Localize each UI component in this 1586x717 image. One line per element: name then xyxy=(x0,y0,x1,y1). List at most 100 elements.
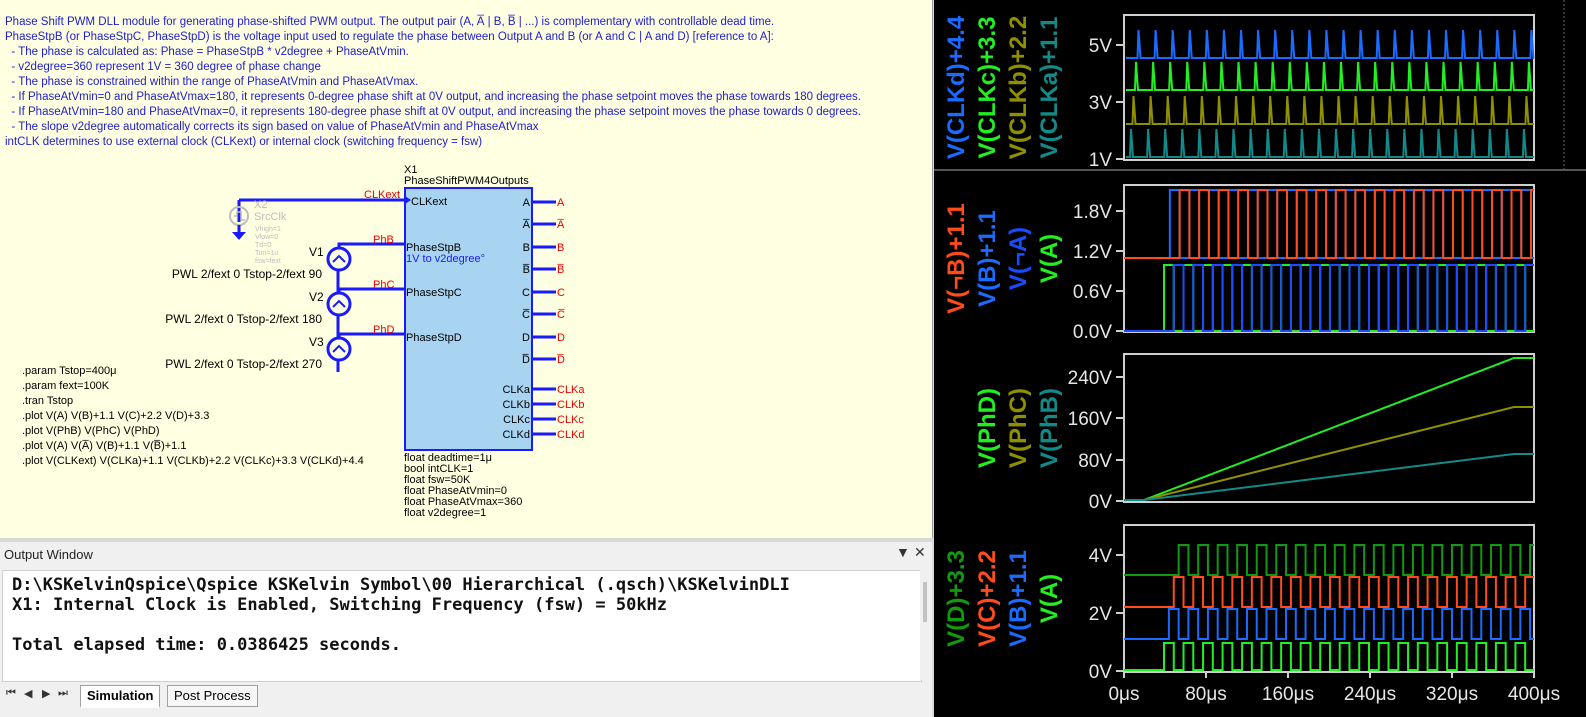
y-tick-label: 0.0V xyxy=(1073,322,1112,343)
waveform-plots: 5V3V1VV(CLKd)+4.4 V(CLKc)+3.3 V(CLKb)+2.2 V… xyxy=(934,0,1586,705)
trace-label[interactable]: V(C)+2.2 xyxy=(974,550,1001,647)
pin-clkc: CLKc xyxy=(503,414,530,426)
directive: .param Tstop=400μ xyxy=(22,365,117,377)
trace-label[interactable]: V(PhC) xyxy=(1005,388,1032,468)
phaseshift-block[interactable]: X1 PhaseShiftPWM4Outputs CLKext PhaseStp… xyxy=(404,164,585,519)
y-tick-label: 2V xyxy=(1089,604,1113,625)
netlabel-phb: PhB xyxy=(373,234,394,246)
x-tick-label: 240μs xyxy=(1344,684,1396,705)
trace-clk xyxy=(1126,95,1534,125)
out-label-clkd: CLKd xyxy=(557,429,585,441)
out-label-d: D xyxy=(557,332,565,344)
trace-label[interactable]: V(¬A) xyxy=(1005,227,1032,290)
pin-a: A xyxy=(523,197,531,209)
trace-label[interactable]: V(CLKc)+3.3 xyxy=(974,16,1001,158)
trace-label[interactable]: V(A) xyxy=(1036,574,1063,623)
spice-directives[interactable]: .param Tstop=400μ .param fext=100K .tran… xyxy=(22,365,364,467)
v3-name: V3 xyxy=(309,335,324,349)
tab-post-process[interactable]: Post Process xyxy=(167,685,258,707)
y-tick-label: 240V xyxy=(1068,368,1113,389)
directive: .param fext=100K xyxy=(22,380,110,392)
trace-label[interactable]: V(CLKb)+2.2 xyxy=(1005,16,1032,159)
out-label-clkc: CLKc xyxy=(557,414,584,426)
trace-label[interactable]: V(B)+1.1 xyxy=(974,210,1001,307)
trace-label[interactable]: V(B)+1.1 xyxy=(1005,550,1032,647)
trace-phd xyxy=(1124,357,1534,501)
trace-pwm-a xyxy=(1124,642,1534,671)
trace-label[interactable]: V(¬B)+1.1 xyxy=(943,203,970,314)
srcclk-name: X2 xyxy=(254,199,267,211)
trace-a-bar xyxy=(1124,264,1534,332)
directive: .plot V(A) V(B)+1.1 V(C)+2.2 V(D)+3.3 xyxy=(22,410,209,422)
x-tick-label: 160μs xyxy=(1262,684,1314,705)
pin-c: C xyxy=(522,287,530,299)
trace-label[interactable]: V(PhD) xyxy=(974,388,1001,468)
trace-label[interactable]: V(A) xyxy=(1036,234,1063,283)
y-tick-label: 4V xyxy=(1089,546,1113,567)
trace-label[interactable]: V(PhB) xyxy=(1036,388,1063,468)
v3-pwl: PWL 2/fext 0 Tstop-2/fext 270 xyxy=(165,357,322,371)
trace-label[interactable]: V(CLKd)+4.4 xyxy=(943,15,970,159)
tab-bar: ⏮ ◀ ▶ ⏭ Simulation Post Process xyxy=(0,682,932,717)
out-label-d-bar: D̅ xyxy=(556,354,565,366)
out-label-c-bar: C̅ xyxy=(557,309,565,321)
output-log[interactable]: D:\KSKelvinQspice\Qspice KSKelvin Symbol… xyxy=(2,570,922,682)
trace-phc xyxy=(1124,406,1534,501)
y-tick-label: 1.2V xyxy=(1073,242,1112,263)
waveform-viewer[interactable]: 5V 3V 1V V(CLKd)+4.4 V(CLKc)+3.3 V(CLKb)+2.2 V… xyxy=(934,0,1586,717)
output-window: Output Window ▼ ✕ D:\KSKelvinQspice\Qspi… xyxy=(0,542,932,717)
out-label-b-bar: B̅ xyxy=(556,264,564,276)
log-line: Total elapsed time: 0.0386425 seconds. xyxy=(12,635,401,655)
scrollbar-thumb[interactable] xyxy=(923,582,927,622)
close-window-icon[interactable]: ✕ xyxy=(914,544,926,561)
y-tick-label: 1V xyxy=(1089,150,1113,171)
directive: .plot V(A) V(A̅) V(B)+1.1 V(B̅)+1.1 xyxy=(22,440,186,452)
srcclk-param: fsw=fext xyxy=(255,258,281,265)
srcclk-param: Td=0 xyxy=(255,242,271,249)
next-tab-icon[interactable]: ▶ xyxy=(42,687,50,700)
pin-d-bar: D̅ xyxy=(521,354,530,366)
srcclk-param: Vlow=0 xyxy=(255,234,278,241)
out-label-clka: CLKa xyxy=(557,384,585,396)
out-label-a: A xyxy=(557,197,565,209)
y-tick-label: 160V xyxy=(1068,409,1113,430)
log-line: X1: Internal Clock is Enabled, Switching… xyxy=(12,595,668,615)
y-tick-label: 0.6V xyxy=(1073,282,1112,303)
pin-a-bar: A̅ xyxy=(522,219,530,231)
v1-name: V1 xyxy=(309,245,324,259)
voltage-source-v2[interactable]: V2 PWL 2/fext 0 Tstop-2/fext 180 xyxy=(165,290,352,326)
block-subnote: 1V to v2degree° xyxy=(406,253,485,265)
srcclk-type: SrcClk xyxy=(254,211,287,223)
output-window-title: Output Window xyxy=(4,547,93,562)
netlabel-clkext: CLKext xyxy=(364,189,400,201)
trace-phb xyxy=(1124,453,1534,501)
pin-c-bar: C̅ xyxy=(522,309,530,321)
vertical-scrollbar[interactable] xyxy=(920,570,930,680)
trace-label[interactable]: V(D)+3.3 xyxy=(943,550,970,647)
voltage-source-v3[interactable]: V3 PWL 2/fext 0 Tstop-2/fext 270 xyxy=(165,335,352,371)
trace-b-bar xyxy=(1124,189,1534,259)
y-tick-label: 0V xyxy=(1089,662,1113,683)
y-tick-label: 0V xyxy=(1089,492,1113,513)
first-tab-icon[interactable]: ⏮ xyxy=(6,687,16,700)
prev-tab-icon[interactable]: ◀ xyxy=(24,687,32,700)
trace-label[interactable]: V(CLKa)+1.1 xyxy=(1036,16,1063,158)
pin-phasestpc: PhaseStpC xyxy=(406,287,462,299)
tab-simulation[interactable]: Simulation xyxy=(80,685,161,708)
trace-pwm-d xyxy=(1124,544,1534,576)
last-tab-icon[interactable]: ⏭ xyxy=(58,687,68,700)
srcclk-param: Ton=1u xyxy=(255,250,278,257)
v2-name: V2 xyxy=(309,290,324,304)
pin-clka: CLKa xyxy=(502,384,530,396)
block-param: float v2degree=1 xyxy=(404,507,486,519)
y-tick-label: 3V xyxy=(1089,93,1113,114)
pin-b: B xyxy=(523,242,530,254)
pin-window-icon[interactable]: ▼ xyxy=(896,544,910,560)
schematic-canvas[interactable]: Phase Shift PWM DLL module for generatin… xyxy=(0,0,933,538)
directive: .plot V(PhB) V(PhC) V(PhD) xyxy=(22,425,160,437)
pin-b-bar: B̅ xyxy=(522,264,530,276)
y-tick-label: 1.8V xyxy=(1073,202,1112,223)
trace-pwm-b xyxy=(1124,608,1534,640)
x-tick-label: 80μs xyxy=(1185,684,1227,705)
